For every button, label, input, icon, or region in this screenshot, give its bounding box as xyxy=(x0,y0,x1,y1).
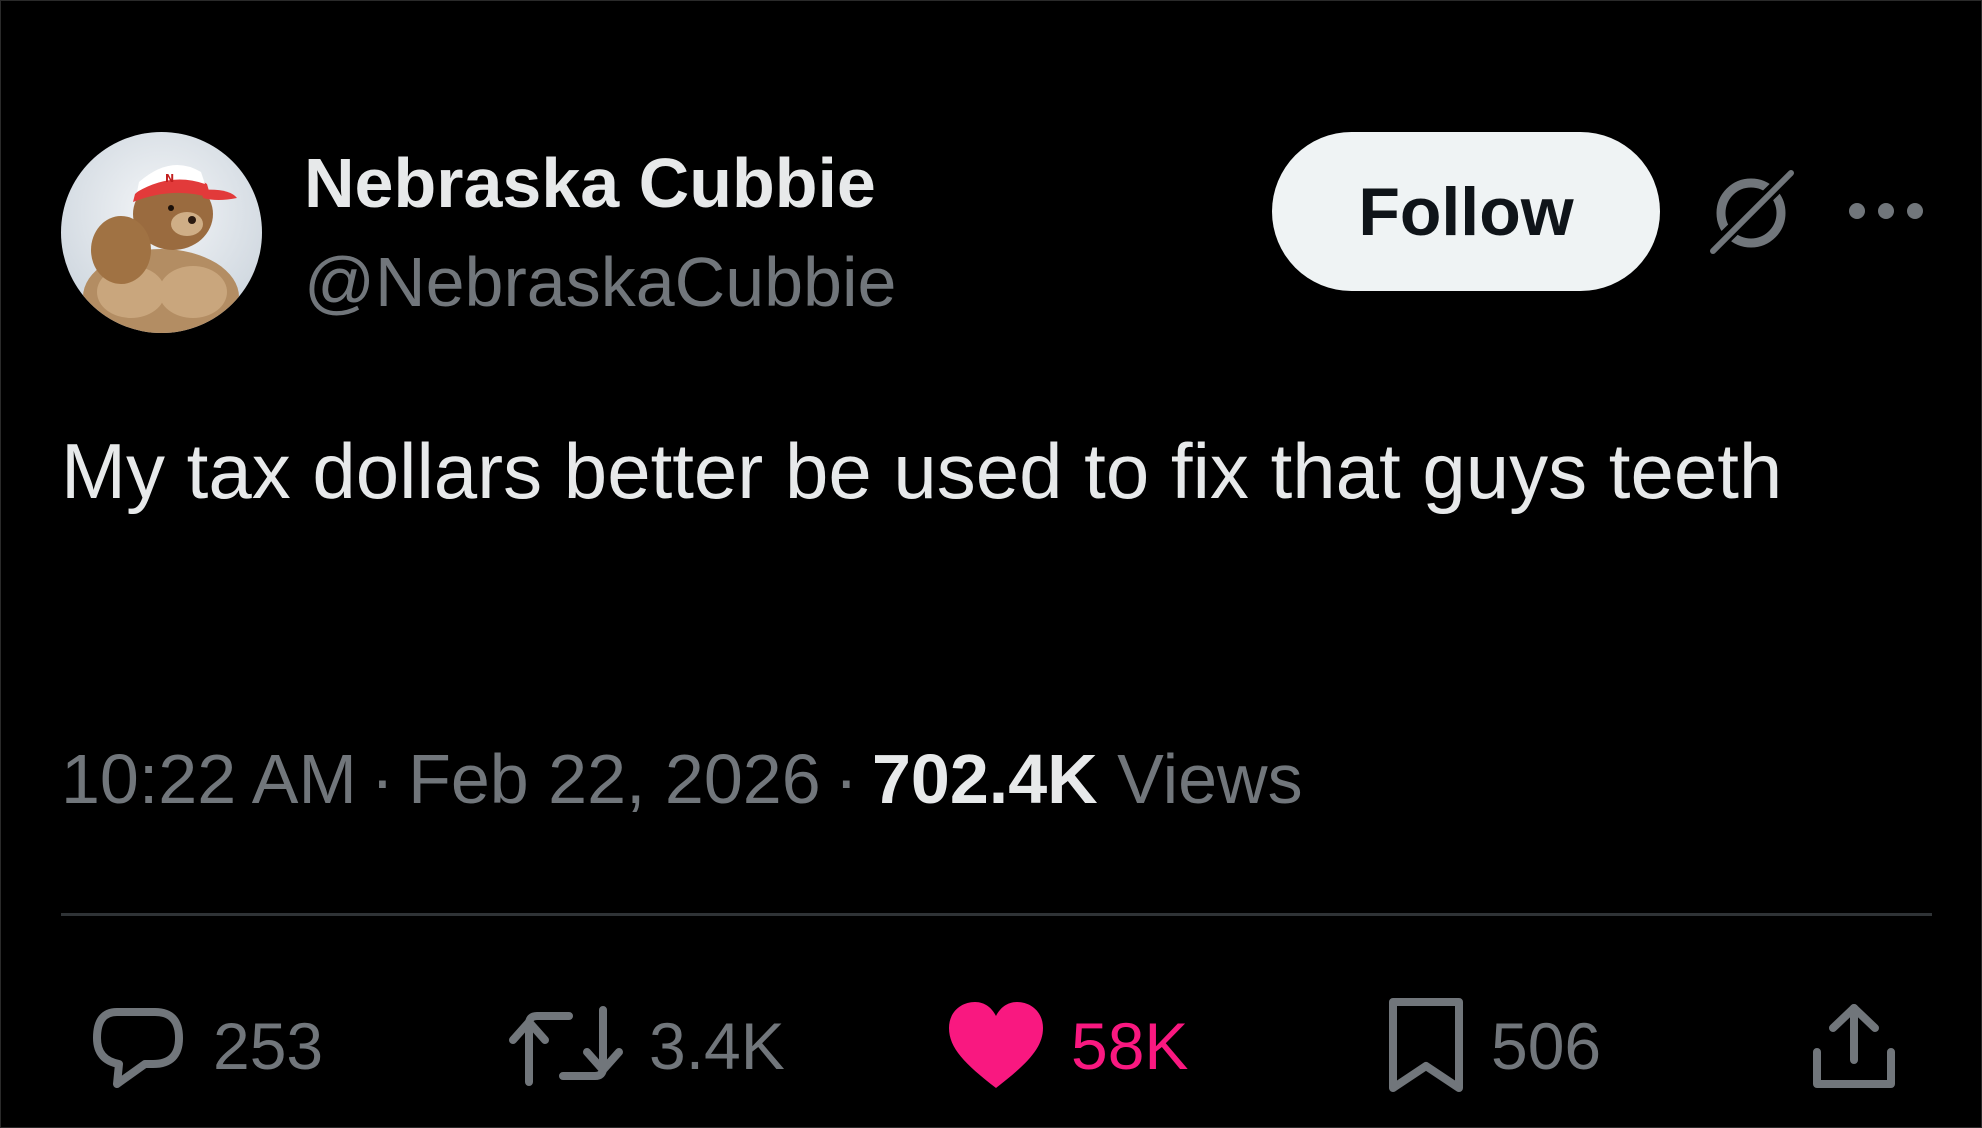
bookmark-button[interactable]: 506 xyxy=(1385,991,1601,1101)
repost-button[interactable]: 3.4K xyxy=(507,991,785,1101)
reply-button[interactable]: 253 xyxy=(87,991,323,1101)
divider xyxy=(61,913,1932,916)
like-button[interactable]: 58K xyxy=(945,991,1188,1101)
tweet-text: My tax dollars better be used to fix tha… xyxy=(61,427,1783,515)
bookmark-count: 506 xyxy=(1491,1009,1602,1083)
heart-filled-icon xyxy=(949,1002,1043,1088)
more-dots-icon[interactable] xyxy=(1845,187,1927,235)
tweet-time[interactable]: 10:22 AM xyxy=(61,740,357,818)
tweet-card: N Nebraska Cubbie @NebraskaCubbie Follow… xyxy=(0,0,1982,1128)
reply-bubble-icon xyxy=(93,1008,183,1088)
repost-icon xyxy=(509,1006,623,1086)
repost-count: 3.4K xyxy=(649,1009,785,1083)
bear-with-cap-avatar-icon: N xyxy=(61,132,262,333)
avatar[interactable]: N xyxy=(61,132,262,333)
tweet-meta: 10:22 AM · Feb 22, 2026 · 702.4K Views xyxy=(61,737,1303,821)
share-button[interactable] xyxy=(1811,991,1897,1101)
tweet-date[interactable]: Feb 22, 2026 xyxy=(408,740,821,818)
share-upload-icon xyxy=(1813,1004,1895,1088)
like-count: 58K xyxy=(1071,1009,1189,1083)
author-display-name[interactable]: Nebraska Cubbie xyxy=(304,141,876,225)
reply-count: 253 xyxy=(213,1009,324,1083)
follow-button[interactable]: Follow xyxy=(1272,132,1660,291)
grok-slash-circle-icon[interactable] xyxy=(1701,161,1801,261)
meta-separator: · xyxy=(370,740,395,818)
author-handle[interactable]: @NebraskaCubbie xyxy=(304,240,896,324)
views-label: Views xyxy=(1117,740,1303,818)
svg-text:N: N xyxy=(165,172,174,185)
meta-separator: · xyxy=(834,740,858,818)
bookmark-icon xyxy=(1389,998,1463,1092)
views-count[interactable]: 702.4K xyxy=(872,740,1098,818)
